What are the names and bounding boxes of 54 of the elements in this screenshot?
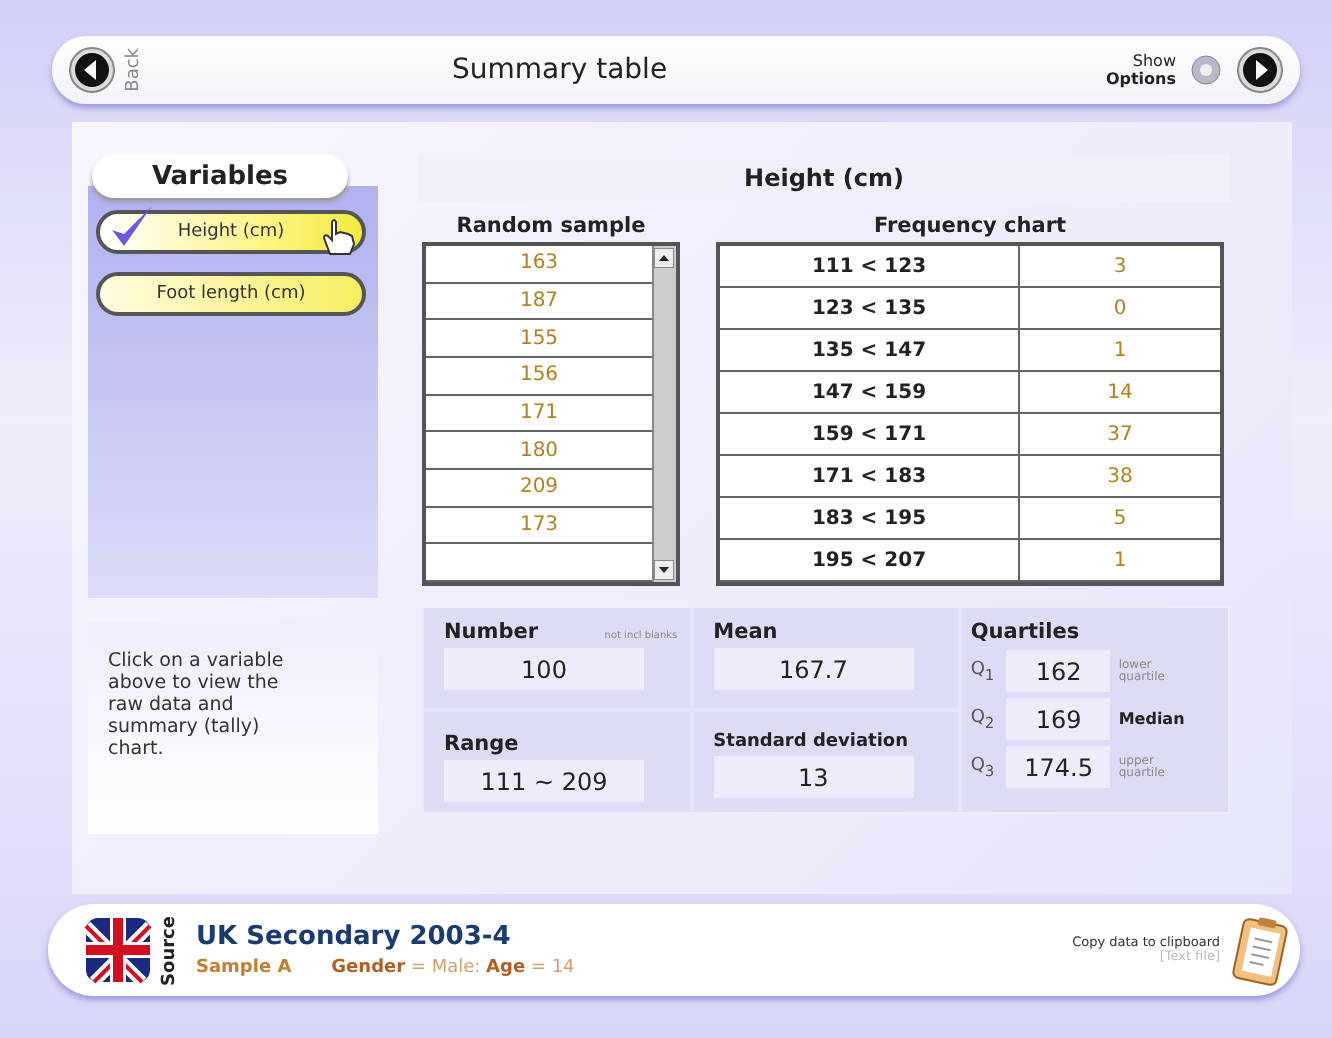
forward-button[interactable] (1236, 46, 1284, 94)
count-cell: 1 (1020, 330, 1220, 372)
quartile-value: 162 (1006, 650, 1111, 692)
interval-cell: 135 < 147 (720, 330, 1020, 372)
flag-icon (84, 916, 152, 984)
stat-value: 167.7 (713, 648, 914, 690)
stat-label: Standard deviation (713, 732, 908, 752)
stat-label: Mean (713, 620, 778, 644)
scrollbar[interactable] (652, 246, 676, 582)
column-heading: Frequency chart (873, 214, 1067, 238)
interval-cell: 171 < 183 (720, 456, 1020, 498)
variable-option[interactable]: Foot length (cm) (96, 272, 366, 316)
quartile-symbol: Q$_{2}$ (970, 707, 997, 731)
quartile-note: Median (1118, 713, 1187, 725)
quartile-symbol: Q$_{1}$ (970, 659, 997, 683)
scroll-down-icon[interactable] (654, 560, 674, 580)
page-title: Summary table (452, 54, 670, 86)
interval-cell: 183 < 195 (720, 498, 1020, 540)
scroll-up-icon[interactable] (654, 248, 674, 268)
interval-cell: 147 < 159 (720, 372, 1020, 414)
quartile-symbol: Q$_{3}$ (970, 755, 997, 779)
source-title: UK Secondary 2003-4 (196, 922, 513, 952)
count-cell: 38 (1020, 456, 1220, 498)
column-heading: Random sample (456, 214, 646, 238)
back-label: Back (124, 48, 144, 92)
interval-cell: 123 < 135 (720, 288, 1020, 330)
quartile-value: 169 (1006, 698, 1111, 740)
options-label[interactable]: Options (1105, 70, 1176, 88)
back-button[interactable] (68, 46, 116, 94)
stat-label: Range (444, 732, 519, 756)
variable-option[interactable]: Height (cm) (96, 210, 366, 254)
count-cell: 37 (1020, 414, 1220, 456)
instructions-text: Click on a variable above to view the raw data and summary (tally) chart. (88, 622, 378, 834)
clipboard-icon[interactable] (1232, 914, 1292, 986)
count-cell: 0 (1020, 288, 1220, 330)
stat-label: Number (444, 620, 539, 644)
quartile-value: 174.5 (1006, 746, 1111, 788)
variables-heading: Variables (92, 154, 348, 198)
count-cell: 3 (1020, 246, 1220, 288)
count-cell: 5 (1020, 498, 1220, 540)
table-title: Height (cm) (418, 154, 1230, 202)
interval-cell: 159 < 171 (720, 414, 1020, 456)
options-label[interactable]: Show (1132, 52, 1176, 70)
source-label: Source (160, 915, 180, 985)
count-cell: 14 (1020, 372, 1220, 414)
stat-value: 13 (713, 756, 914, 798)
stat-value: 111 ~ 209 (444, 760, 644, 802)
filter-text: Gender = Male: Age = 14 (331, 958, 575, 978)
stat-value: 100 (444, 648, 644, 690)
interval-cell: 111 < 123 (720, 246, 1020, 288)
interval-cell: 195 < 207 (720, 540, 1020, 582)
stat-label: Quartiles (970, 620, 1080, 644)
sample-name: Sample A (196, 958, 292, 978)
count-cell: 1 (1020, 540, 1220, 582)
